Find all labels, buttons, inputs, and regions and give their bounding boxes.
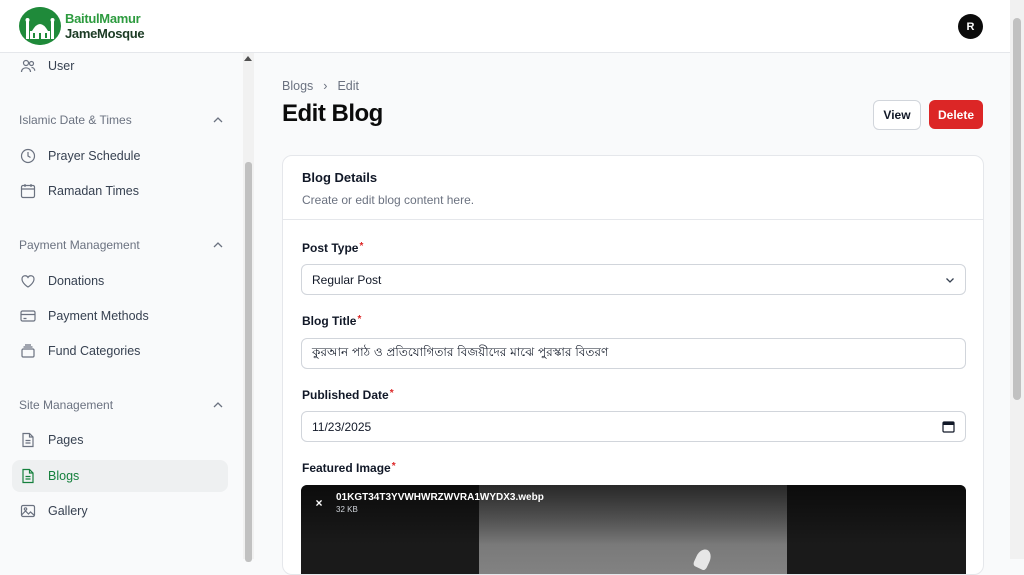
sidebar-item-label: Gallery bbox=[48, 504, 88, 518]
logo-line2: JameMosque bbox=[65, 26, 145, 41]
calendar-picker-icon[interactable] bbox=[942, 420, 955, 433]
required-mark: * bbox=[389, 388, 394, 399]
image-file-size: 32 KB bbox=[336, 505, 358, 514]
sidebar-item-pages[interactable]: Pages bbox=[12, 424, 228, 456]
users-icon bbox=[20, 58, 36, 74]
logo-text: BaitulMamur JameMosque bbox=[65, 11, 145, 41]
breadcrumb: Blogs › Edit bbox=[282, 79, 359, 93]
stack-icon bbox=[20, 343, 36, 359]
user-avatar[interactable]: R bbox=[958, 14, 983, 39]
card-title: Blog Details bbox=[302, 170, 378, 185]
sidebar-item-label: Ramadan Times bbox=[48, 184, 140, 198]
chevron-up-icon bbox=[213, 402, 223, 408]
blog-title-label: Blog Title* bbox=[302, 314, 361, 328]
sidebar-item-user[interactable]: User bbox=[12, 50, 228, 82]
sidebar-item-label: Donations bbox=[48, 274, 105, 288]
breadcrumb-blogs[interactable]: Blogs bbox=[282, 79, 313, 93]
blog-title-value: কুরআন পাঠ ও প্রতিযোগিতার বিজয়ীদের মাঝে … bbox=[312, 344, 609, 359]
sidebar-item-prayer-schedule[interactable]: Prayer Schedule bbox=[12, 140, 228, 172]
image-file-name: 01KGT34T3YVWHWRZWVRA1WYDX3.webp bbox=[336, 492, 544, 503]
sidebar-item-payment-methods[interactable]: Payment Methods bbox=[12, 300, 228, 332]
blog-document-icon bbox=[20, 468, 36, 484]
image-icon bbox=[20, 503, 36, 519]
breadcrumb-edit: Edit bbox=[337, 79, 359, 93]
sidebar-item-label: Prayer Schedule bbox=[48, 149, 141, 163]
blog-title-input[interactable]: কুরআন পাঠ ও প্রতিযোগিতার বিজয়ীদের মাঝে … bbox=[301, 338, 966, 369]
chevron-up-icon bbox=[213, 242, 223, 248]
card-description: Create or edit blog content here. bbox=[302, 193, 475, 207]
credit-card-icon bbox=[20, 308, 36, 324]
post-type-label: Post Type* bbox=[302, 241, 363, 255]
published-date-label: Published Date* bbox=[302, 388, 394, 402]
published-date-value: 11/23/2025 bbox=[312, 419, 372, 434]
post-type-value: Regular Post bbox=[312, 272, 382, 287]
group-title: Site Management bbox=[19, 398, 114, 412]
logo[interactable]: BaitulMamur JameMosque bbox=[19, 7, 145, 45]
sidebar: User Islamic Date & Times Prayer Schedul… bbox=[0, 53, 242, 559]
sidebar-item-label: Fund Categories bbox=[48, 344, 141, 358]
logo-line1: BaitulMamur bbox=[65, 11, 141, 26]
group-title: Payment Management bbox=[19, 238, 140, 252]
mosque-logo-icon bbox=[19, 7, 61, 45]
view-button[interactable]: View bbox=[873, 100, 921, 130]
calendar-icon bbox=[20, 183, 36, 199]
sidebar-item-gallery[interactable]: Gallery bbox=[12, 495, 228, 527]
scroll-up-arrow-icon[interactable] bbox=[244, 56, 252, 61]
chevron-up-icon bbox=[213, 117, 223, 123]
page-title: Edit Blog bbox=[282, 100, 383, 127]
post-type-label-text: Post Type bbox=[302, 241, 359, 255]
clock-icon bbox=[20, 148, 36, 164]
sidebar-scrollbar-thumb[interactable] bbox=[245, 162, 252, 562]
sidebar-item-donations[interactable]: Donations bbox=[12, 265, 228, 297]
chevron-right-icon: › bbox=[323, 79, 328, 93]
featured-image-label: Featured Image* bbox=[302, 461, 396, 475]
group-site-management[interactable]: Site Management bbox=[19, 398, 223, 412]
blog-title-label-text: Blog Title bbox=[302, 314, 357, 328]
sidebar-item-label: Blogs bbox=[48, 469, 80, 483]
card-header: Blog Details Create or edit blog content… bbox=[283, 156, 983, 220]
blog-details-card: Blog Details Create or edit blog content… bbox=[282, 155, 984, 575]
delete-button[interactable]: Delete bbox=[929, 100, 983, 129]
group-title: Islamic Date & Times bbox=[19, 113, 132, 127]
main-content: Blogs › Edit Edit Blog View Delete Blog … bbox=[255, 53, 1010, 575]
published-date-label-text: Published Date bbox=[302, 388, 389, 402]
required-mark: * bbox=[391, 461, 396, 472]
sidebar-scrollbar[interactable] bbox=[243, 53, 254, 562]
page-scrollbar[interactable] bbox=[1010, 0, 1024, 559]
featured-image-preview[interactable]: × 01KGT34T3YVWHWRZWVRA1WYDX3.webp 32 KB bbox=[301, 485, 966, 574]
group-islamic-date-times[interactable]: Islamic Date & Times bbox=[19, 113, 223, 127]
page-scrollbar-thumb[interactable] bbox=[1013, 18, 1021, 400]
required-mark: * bbox=[357, 314, 362, 325]
sidebar-item-label: User bbox=[48, 59, 75, 73]
sidebar-item-fund-categories[interactable]: Fund Categories bbox=[12, 335, 228, 367]
group-payment-management[interactable]: Payment Management bbox=[19, 238, 223, 252]
sidebar-item-ramadan-times[interactable]: Ramadan Times bbox=[12, 175, 228, 207]
published-date-input[interactable]: 11/23/2025 bbox=[301, 411, 966, 442]
sidebar-item-label: Payment Methods bbox=[48, 309, 149, 323]
required-mark: * bbox=[359, 241, 364, 252]
sidebar-item-label: Pages bbox=[48, 433, 84, 447]
featured-image-label-text: Featured Image bbox=[302, 461, 391, 475]
chevron-down-icon bbox=[946, 278, 954, 283]
sidebar-item-blogs[interactable]: Blogs bbox=[12, 460, 228, 492]
top-bar: BaitulMamur JameMosque R bbox=[0, 0, 1010, 53]
remove-image-icon[interactable]: × bbox=[310, 494, 328, 512]
heart-icon bbox=[20, 273, 36, 289]
document-icon bbox=[20, 432, 36, 448]
post-type-select[interactable]: Regular Post bbox=[301, 264, 966, 295]
